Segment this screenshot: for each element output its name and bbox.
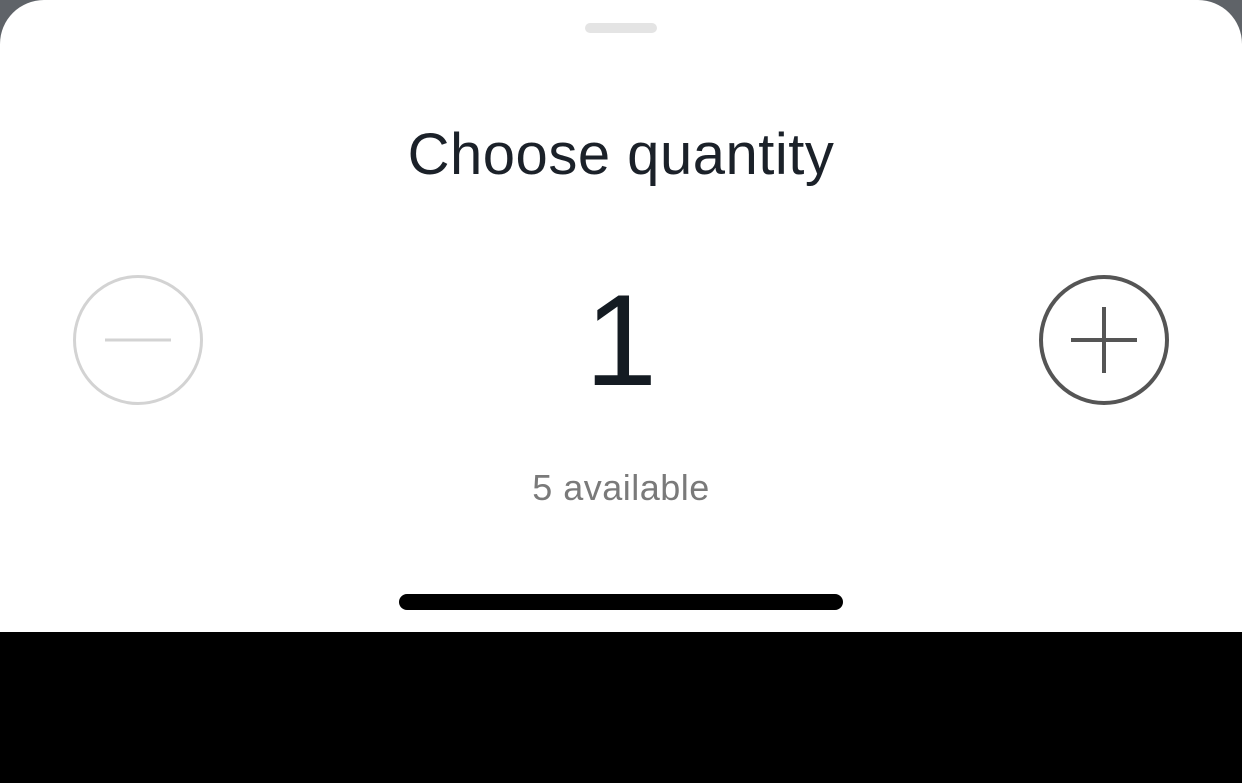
- sheet-drag-handle[interactable]: [585, 23, 657, 33]
- availability-text: 5 available: [532, 467, 710, 508]
- sheet-title: Choose quantity: [407, 122, 835, 187]
- plus-icon: [1071, 307, 1137, 373]
- quantity-bottom-sheet: Choose quantity 1 5 available: [0, 0, 1242, 632]
- home-indicator[interactable]: [399, 594, 843, 610]
- increment-button[interactable]: [1039, 275, 1169, 405]
